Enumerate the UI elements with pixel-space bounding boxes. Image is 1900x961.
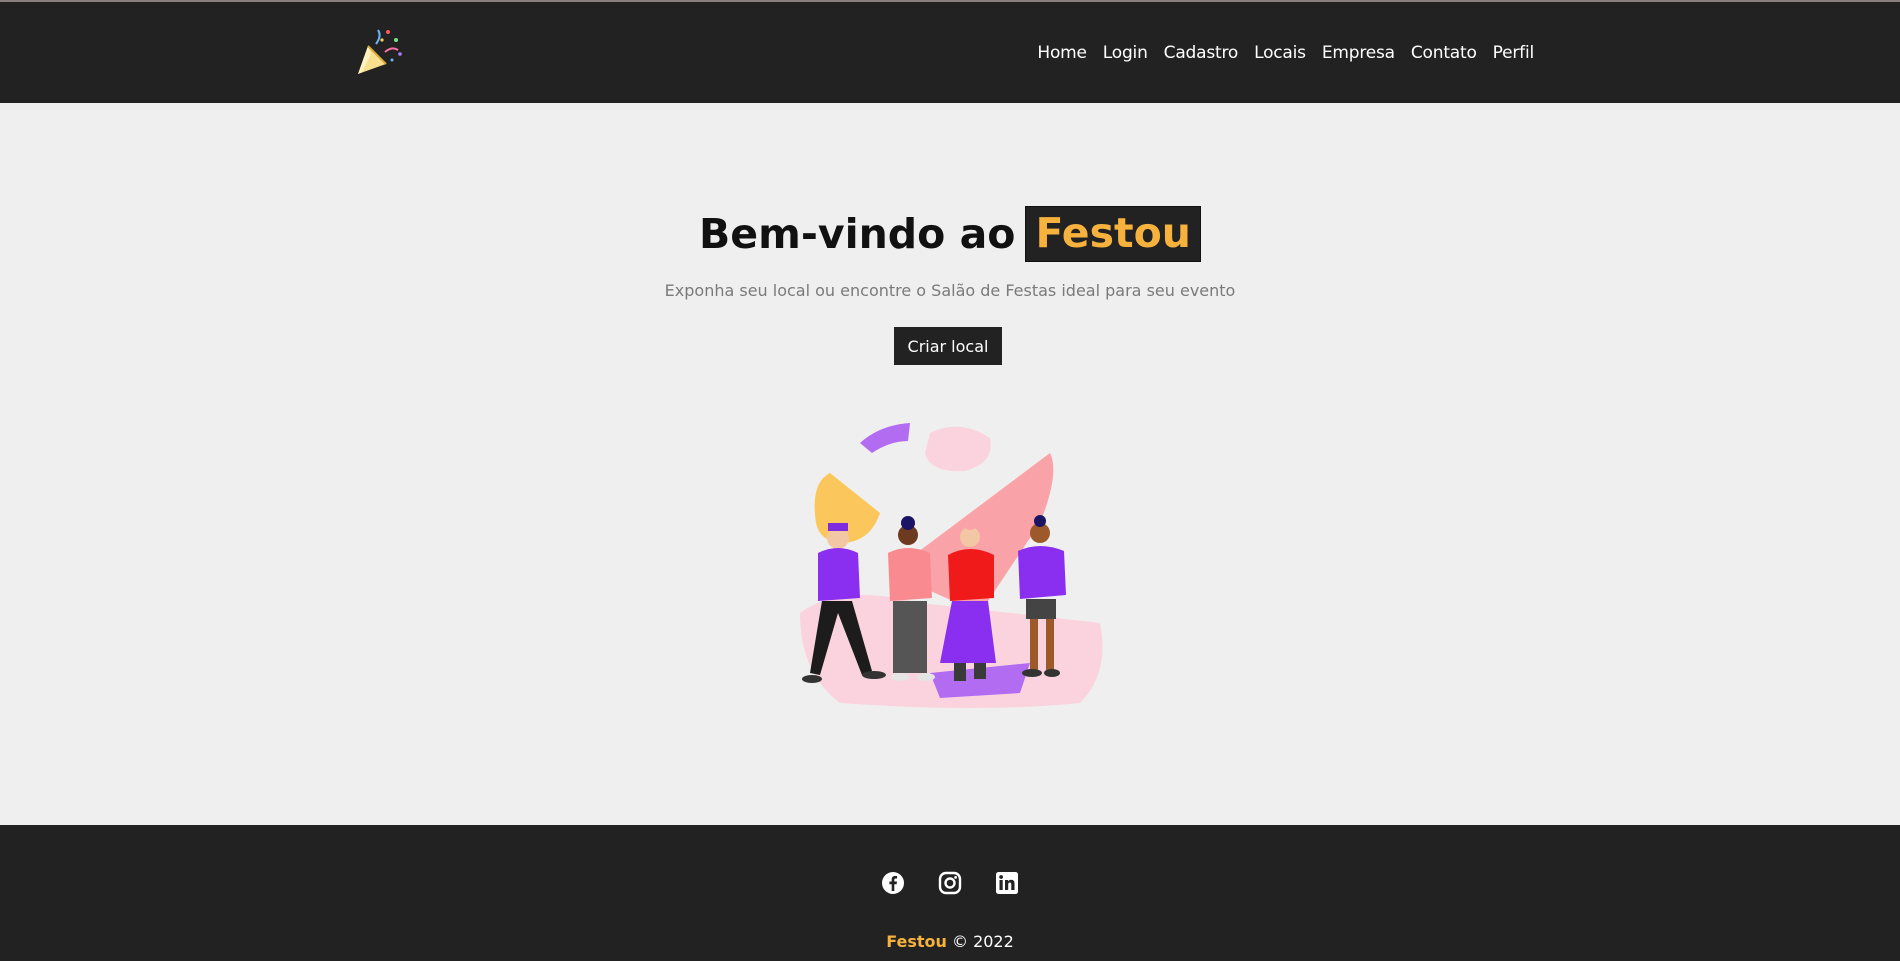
copyright-text: © 2022 xyxy=(951,932,1014,951)
nav-contato[interactable]: Contato xyxy=(1411,43,1477,63)
create-venue-button[interactable]: Criar local xyxy=(894,327,1002,365)
nav-cadastro[interactable]: Cadastro xyxy=(1164,43,1239,63)
hero-title-prefix: Bem-vindo ao xyxy=(699,210,1016,258)
nav-empresa[interactable]: Empresa xyxy=(1322,43,1395,63)
nav-locais[interactable]: Locais xyxy=(1254,43,1306,63)
site-header: Home Login Cadastro Locais Empresa Conta… xyxy=(0,2,1900,103)
nav-login[interactable]: Login xyxy=(1103,43,1148,63)
linkedin-icon[interactable] xyxy=(995,871,1019,895)
hero-title-brand: Festou xyxy=(1025,206,1201,262)
social-links xyxy=(0,871,1900,895)
site-footer: Festou © 2022 xyxy=(0,825,1900,961)
party-popper-icon[interactable] xyxy=(352,24,408,80)
main-nav: Home Login Cadastro Locais Empresa Conta… xyxy=(1037,2,1534,103)
nav-home[interactable]: Home xyxy=(1037,43,1087,63)
instagram-icon[interactable] xyxy=(938,871,962,895)
group-of-friends-illustration xyxy=(780,413,1120,783)
hero-title: Bem-vindo ao Festou xyxy=(0,206,1900,262)
hero-section: Bem-vindo ao Festou Exponha seu local ou… xyxy=(0,103,1900,825)
hero-subtitle: Exponha seu local ou encontre o Salão de… xyxy=(664,281,1236,300)
facebook-icon[interactable] xyxy=(881,871,905,895)
footer-brand: Festou xyxy=(886,932,947,951)
nav-perfil[interactable]: Perfil xyxy=(1493,43,1535,63)
copyright: Festou © 2022 xyxy=(0,932,1900,951)
